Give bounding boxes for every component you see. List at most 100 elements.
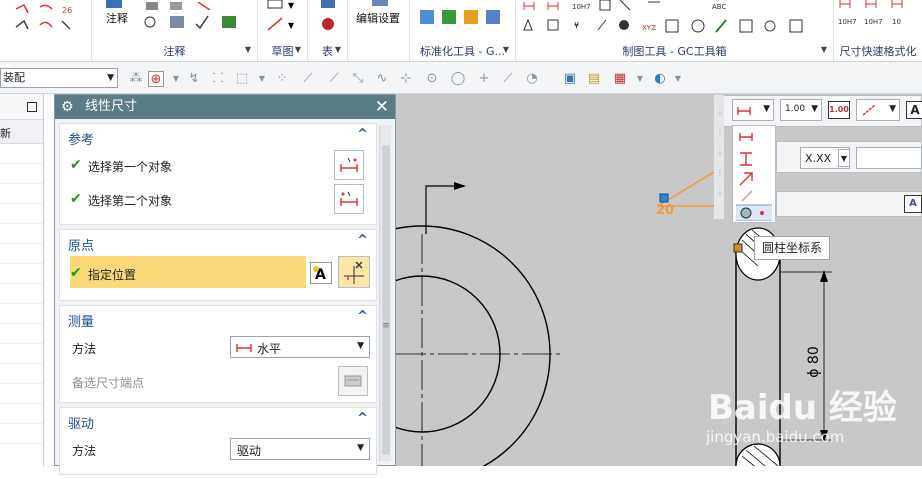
list-item[interactable] bbox=[0, 304, 43, 324]
list-item[interactable] bbox=[0, 404, 43, 424]
line-icon[interactable]: ⟋ bbox=[300, 71, 316, 87]
ribbon-group-label[interactable]: 表 ▼ bbox=[308, 43, 347, 59]
specify-location-row[interactable]: ✔ 指定位置 A bbox=[60, 254, 376, 292]
scrollbar-thumb[interactable] bbox=[382, 145, 390, 455]
list-item[interactable] bbox=[0, 264, 43, 284]
chevron-up-icon[interactable]: ^ bbox=[357, 127, 368, 142]
driving-method-dropdown[interactable]: 驱动 ▼ bbox=[230, 438, 370, 460]
list-item[interactable] bbox=[0, 144, 43, 164]
tolerance-button[interactable]: 1.00 bbox=[828, 101, 850, 119]
measurement-method-dropdown[interactable]: 水平 ▼ bbox=[230, 336, 370, 358]
list-item[interactable] bbox=[0, 424, 43, 444]
vertical-dimension-icon[interactable] bbox=[740, 152, 752, 166]
ribbon-group-label[interactable]: 制图工具 - GC工具箱 ▼ bbox=[516, 43, 833, 59]
sketch-icon[interactable]: ▼ ▼ bbox=[266, 0, 300, 34]
table-icon[interactable] bbox=[318, 0, 340, 34]
navigator-column-header[interactable]: 新 bbox=[0, 120, 43, 144]
tangent-icon[interactable]: ⤡ bbox=[350, 71, 366, 87]
selection-toolbar: 装配 ▼ ⁂ ⊕ ▼ ↯ ⸬ ⬚ ▼ ⁘ ⟋ ⟋ ⤡ ∿ ⊹ ⊙ ◯ + ⟋ ◔… bbox=[0, 62, 922, 94]
list-item[interactable] bbox=[0, 284, 43, 304]
display-icon[interactable]: ▤ bbox=[586, 71, 602, 87]
diameter-dimension-label[interactable]: ϕ 80 bbox=[806, 346, 822, 378]
spline-icon[interactable]: ∿ bbox=[374, 71, 390, 87]
cylindrical-dimension-icon[interactable] bbox=[736, 204, 772, 221]
intersection-icon[interactable]: ⊹ bbox=[398, 71, 414, 87]
arrow-style-dropdown[interactable]: ▼ bbox=[856, 99, 900, 121]
selection-filter-icon[interactable]: ⊕ bbox=[148, 71, 164, 87]
text-style-button[interactable]: A bbox=[904, 195, 922, 213]
dimension-text-field[interactable] bbox=[856, 147, 922, 169]
maximize-icon[interactable] bbox=[27, 102, 37, 112]
list-item[interactable] bbox=[0, 184, 43, 204]
color-icon[interactable]: ◐ bbox=[652, 71, 668, 87]
center-icon[interactable]: ⊙ bbox=[424, 71, 440, 87]
gear-icon[interactable]: ⚙ bbox=[61, 95, 74, 119]
edit-settings-icon[interactable] bbox=[370, 0, 390, 8]
specify-location-button[interactable] bbox=[338, 256, 370, 288]
snap-curve-icon[interactable]: ↯ bbox=[186, 71, 202, 87]
list-item[interactable] bbox=[0, 244, 43, 264]
annotation-tools-icon[interactable] bbox=[142, 2, 252, 34]
select-second-object-button[interactable] bbox=[334, 184, 364, 214]
point-icon[interactable]: + bbox=[476, 71, 492, 87]
section-label: 测量 bbox=[68, 315, 95, 330]
layer-icon[interactable]: ▦ bbox=[612, 71, 628, 87]
chevron-up-icon[interactable]: ^ bbox=[357, 309, 368, 324]
rectangle-select-icon[interactable]: ⬚ bbox=[234, 71, 250, 87]
toolbar-grip[interactable]: ⋮ ⋮ ⋮ ⋮ ⋮ bbox=[714, 95, 728, 219]
dialog-scrollbar[interactable]: ≡ bbox=[379, 125, 391, 461]
select-first-object-row[interactable]: ✔ 选择第一个对象 bbox=[60, 148, 376, 182]
ribbon-group-label[interactable]: 标准化工具 - G... ▼ bbox=[410, 43, 515, 59]
assembly-filter-select[interactable]: 装配 ▼ bbox=[0, 68, 118, 88]
note-button[interactable]: 注释 bbox=[106, 10, 128, 26]
grid-points-icon[interactable]: ⁘ bbox=[274, 71, 290, 87]
point-to-point-icon[interactable] bbox=[739, 172, 753, 186]
close-icon[interactable]: ✕ bbox=[375, 95, 389, 119]
section-header[interactable]: 驱动 ^ bbox=[60, 408, 376, 432]
snap-icon[interactable]: ⁂ bbox=[128, 71, 144, 87]
quick-format-icon[interactable]: 10H7 10H7 10 bbox=[836, 0, 922, 36]
list-item[interactable] bbox=[0, 384, 43, 404]
select-second-object-row[interactable]: ✔ 选择第二个对象 bbox=[60, 182, 376, 216]
chevron-down-icon[interactable]: ▼ bbox=[838, 149, 850, 167]
alternate-endpoint-button[interactable] bbox=[338, 366, 368, 396]
chevron-down-icon[interactable]: ▼ bbox=[670, 71, 686, 87]
chevron-down-icon[interactable]: ▼ bbox=[254, 71, 270, 87]
ribbon-group-label[interactable]: 草图 ▼ bbox=[258, 43, 307, 59]
quadrant-icon[interactable]: ◯ bbox=[450, 71, 466, 87]
snap-point-icon[interactable]: ⸬ bbox=[210, 71, 226, 87]
list-item[interactable] bbox=[0, 324, 43, 344]
preview-dimension-value[interactable]: 20 bbox=[656, 203, 674, 218]
ribbon-group-label[interactable]: 尺寸快速格式化 bbox=[834, 43, 922, 59]
horizontal-dimension-icon[interactable] bbox=[739, 133, 753, 141]
perpendicular-dimension-icon[interactable] bbox=[741, 190, 753, 202]
dimension-icon[interactable]: 26 bbox=[14, 3, 76, 35]
edit-settings-button[interactable]: 编辑设置 bbox=[356, 10, 400, 26]
dialog-title-bar[interactable]: ⚙ 线性尺寸 ✕ bbox=[55, 95, 395, 119]
text-settings-button[interactable]: A bbox=[906, 101, 922, 119]
view-fit-icon[interactable]: ▣ bbox=[562, 71, 578, 87]
chevron-down-icon[interactable]: ▼ bbox=[632, 71, 648, 87]
on-curve-icon[interactable]: ⟋ bbox=[500, 71, 516, 87]
list-item[interactable] bbox=[0, 224, 43, 244]
section-header[interactable]: 测量 ^ bbox=[60, 306, 376, 330]
precision-dropdown[interactable]: 1.00 ▼ bbox=[780, 99, 822, 121]
arc-line-icon[interactable]: ⟋ bbox=[326, 71, 342, 87]
section-header[interactable]: 原点 ^ bbox=[60, 230, 376, 254]
section-header[interactable]: 参考 ^ bbox=[60, 124, 376, 148]
standard-tools-icon[interactable] bbox=[416, 4, 512, 34]
list-item[interactable] bbox=[0, 344, 43, 364]
note-icon[interactable] bbox=[104, 0, 124, 10]
dimension-type-dropdown[interactable]: ▼ bbox=[732, 99, 774, 121]
select-first-object-button[interactable] bbox=[334, 150, 364, 180]
list-item[interactable] bbox=[0, 364, 43, 384]
list-item[interactable] bbox=[0, 164, 43, 184]
ribbon-group-label[interactable]: 注释 ▼ bbox=[92, 43, 257, 59]
chevron-down-icon[interactable]: ▼ bbox=[168, 71, 184, 87]
chevron-up-icon[interactable]: ^ bbox=[357, 411, 368, 426]
text-placement-button[interactable]: A bbox=[310, 262, 332, 284]
bounded-icon[interactable]: ◔ bbox=[524, 71, 540, 87]
list-item[interactable] bbox=[0, 204, 43, 224]
drafting-tools-icon[interactable]: 10H7 ¥ XYZ ABC bbox=[520, 0, 830, 36]
chevron-up-icon[interactable]: ^ bbox=[357, 233, 368, 248]
